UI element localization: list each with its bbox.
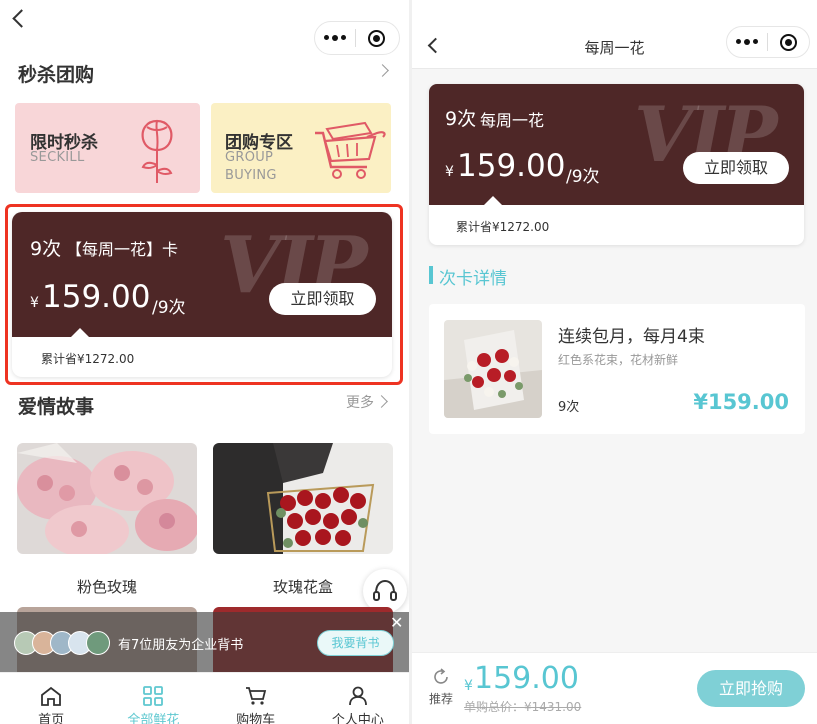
promo-group-subtitle-2: BUYING	[225, 168, 277, 183]
detail-desc: 红色系花束，花材新鲜	[558, 353, 679, 367]
promo-seckill[interactable]: 限时秒杀 SECKILL	[15, 103, 200, 193]
user-icon	[348, 686, 367, 706]
tab-label: 购物车	[236, 713, 276, 724]
tab-cart[interactable]: 购物车	[205, 673, 307, 724]
close-mini-program-icon[interactable]	[356, 29, 396, 47]
vip-count: 9次	[445, 108, 477, 130]
original-price: 单购总价：¥1431.00	[464, 700, 582, 714]
product-image-pink-roses[interactable]	[17, 443, 197, 554]
more-icon[interactable]	[315, 35, 355, 41]
nav-header: 每周一花	[412, 0, 817, 69]
product-image-rose-box[interactable]	[213, 443, 393, 554]
promo-group[interactable]: 团购专区 GROUP BUYING	[211, 103, 391, 193]
tab-profile[interactable]: 个人中心	[307, 673, 409, 724]
endorse-banner: 有7位朋友为企业背书 我要背书 ✕	[0, 612, 409, 672]
close-mini-program-icon[interactable]	[768, 33, 808, 51]
mini-program-capsule	[314, 21, 400, 55]
section-title-seckill: 秒杀团购	[18, 64, 95, 86]
tab-home[interactable]: 首页	[0, 673, 102, 724]
detail-heading: 次卡详情	[439, 269, 507, 289]
claim-button[interactable]: 立即领取	[269, 283, 376, 315]
endorse-button[interactable]: 我要背书	[317, 630, 394, 656]
footer-price: 159.00	[474, 661, 579, 696]
avatar	[86, 631, 110, 655]
heading-accent-bar	[429, 266, 433, 284]
detail-count: 9次	[558, 400, 580, 415]
tab-all-flowers[interactable]: 全部鲜花	[102, 673, 204, 724]
recommend-label[interactable]: 推荐	[429, 690, 453, 707]
vip-card-container[interactable]: VIP 9次 每周一花 ¥ 159.00 /9次 立即领取 累计省¥1272.0…	[429, 84, 804, 245]
card-notch	[71, 328, 89, 337]
rose-icon	[141, 119, 173, 183]
mini-program-capsule	[726, 26, 810, 58]
cart-icon	[245, 687, 266, 705]
vip-savings: 累计省¥1272.00	[456, 220, 550, 234]
vip-price: 159.00	[457, 148, 566, 184]
vip-unit: /9次	[152, 298, 186, 318]
tab-label: 首页	[38, 713, 65, 724]
tab-label: 个人中心	[331, 713, 384, 724]
headset-icon	[373, 579, 397, 601]
detail-price: ¥159.00	[693, 390, 789, 414]
promo-group-subtitle-1: GROUP	[225, 150, 274, 165]
more-chevron-icon[interactable]	[375, 395, 388, 408]
card-notch	[484, 196, 502, 205]
grid-icon	[143, 686, 164, 706]
home-icon	[41, 686, 62, 706]
refresh-icon[interactable]	[431, 667, 451, 687]
shopping-cart-icon	[315, 121, 386, 179]
left-screen: 秒杀团购 限时秒杀 SECKILL 团购专区 GROUP BUYING VIP	[0, 0, 409, 724]
chevron-right-icon[interactable]	[376, 64, 389, 77]
vip-savings: 累计省¥1272.00	[41, 352, 135, 366]
vip-card: VIP 9次 【每周一花】卡 ¥ 159.00 /9次 立即领取	[12, 212, 392, 337]
tab-bar: 首页 全部鲜花 购物车 个人中心	[0, 672, 409, 724]
endorse-text: 有7位朋友为企业背书	[118, 638, 244, 653]
footer-bar: 推荐 ¥ 159.00 单购总价：¥1431.00 立即抢购	[412, 652, 817, 724]
vip-currency: ¥	[30, 295, 39, 311]
vip-card-container[interactable]: VIP 9次 【每周一花】卡 ¥ 159.00 /9次 立即领取 累计省¥127…	[12, 212, 392, 377]
buy-now-button[interactable]: 立即抢购	[697, 670, 805, 707]
vip-card-name: 每周一花	[480, 111, 545, 130]
more-icon[interactable]	[727, 39, 767, 45]
tab-label: 全部鲜花	[127, 713, 180, 724]
vip-card-name: 【每周一花】卡	[66, 240, 179, 259]
vip-price: 159.00	[42, 279, 151, 315]
detail-image	[444, 320, 542, 418]
back-icon[interactable]	[12, 9, 31, 28]
detail-name: 连续包月，每月4束	[558, 327, 705, 347]
vip-unit: /9次	[566, 167, 600, 187]
claim-button[interactable]: 立即领取	[683, 152, 789, 184]
friend-avatars	[14, 631, 114, 655]
vip-card: VIP 9次 每周一花 ¥ 159.00 /9次 立即领取	[429, 84, 804, 205]
more-link[interactable]: 更多	[346, 392, 374, 412]
right-screen: 每周一花 VIP 9次 每周一花 ¥ 159.00 /9次 立即领取 累计省¥1…	[412, 0, 817, 724]
detail-item[interactable]: 连续包月，每月4束 红色系花束，花材新鲜 9次 ¥159.00	[429, 304, 805, 434]
section-title-love: 爱情故事	[18, 396, 95, 418]
promo-seckill-subtitle: SECKILL	[30, 150, 85, 165]
banner-close-icon[interactable]: ✕	[390, 615, 403, 631]
vip-count: 9次	[30, 238, 62, 260]
product-name: 粉色玫瑰	[76, 578, 137, 596]
vip-currency: ¥	[445, 164, 454, 180]
footer-currency: ¥	[464, 678, 473, 694]
